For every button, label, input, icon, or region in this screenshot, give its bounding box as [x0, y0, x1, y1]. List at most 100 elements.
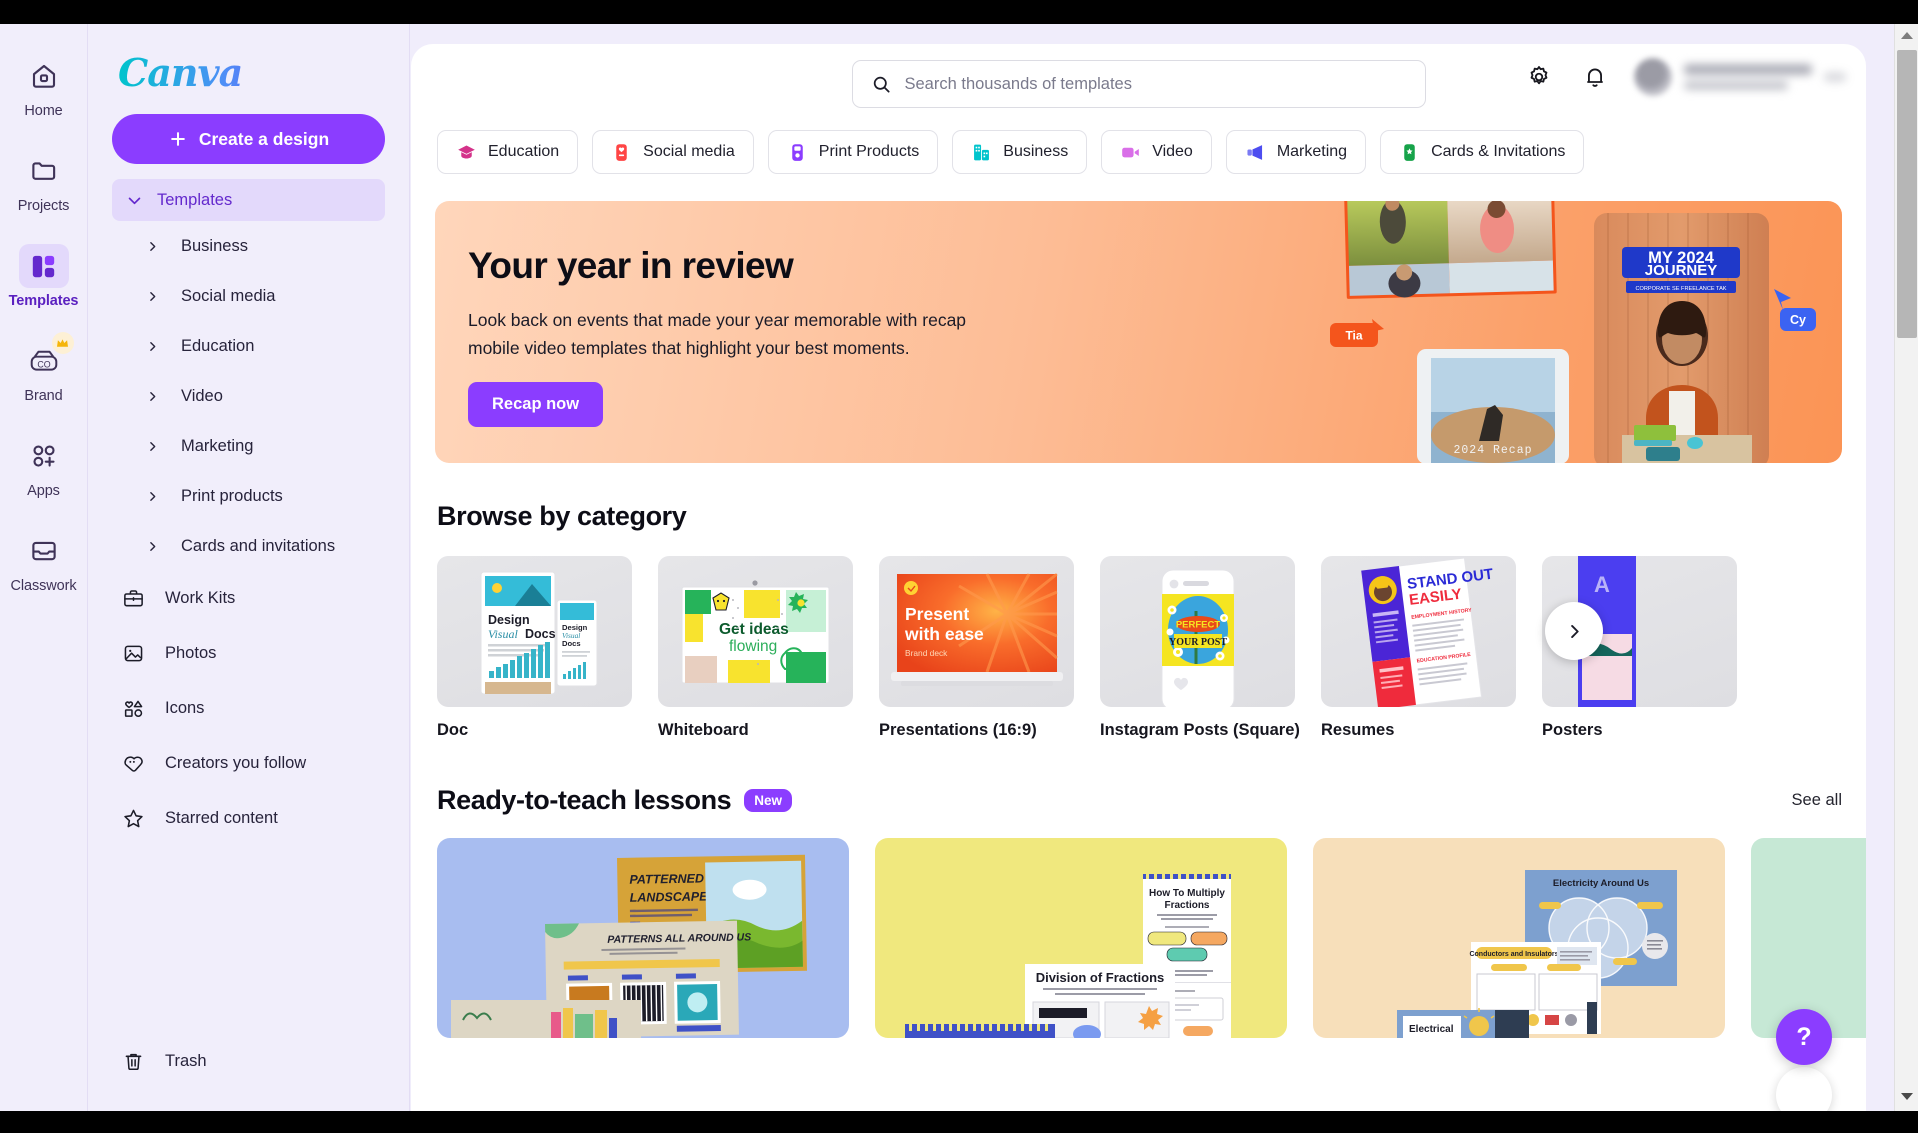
- lesson-card-extra[interactable]: [1751, 838, 1866, 1038]
- lesson-t3: Electrical: [1409, 1024, 1454, 1035]
- chevron-right-icon: [150, 541, 156, 551]
- lesson-t1: Electricity Around Us: [1553, 878, 1649, 889]
- sidebar-item-work-kits[interactable]: Work Kits: [112, 571, 385, 626]
- category-card-resumes[interactable]: STAND OUT EASILY EMPLOYMENT HISTORY EDUC…: [1321, 556, 1516, 740]
- chevron-right-icon: [150, 241, 156, 251]
- carousel-next-button[interactable]: [1545, 602, 1603, 660]
- chevron-right-icon: [150, 341, 156, 351]
- lesson-card-fractions[interactable]: How To Multiply Fractions Division of Fr…: [875, 838, 1287, 1038]
- sidebar-subitem-cards-and-invitations[interactable]: Cards and invitations: [112, 521, 385, 571]
- rail-item-classwork[interactable]: Classwork: [8, 529, 80, 594]
- rail-item-apps[interactable]: Apps: [8, 434, 80, 499]
- hero-banner[interactable]: Your year in review Look back on events …: [435, 201, 1842, 463]
- pill-print-products[interactable]: Print Products: [767, 130, 939, 174]
- sidebar-item-icons[interactable]: Icons: [112, 681, 385, 736]
- sidebar-item-starred-content[interactable]: Starred content: [112, 791, 385, 846]
- svg-text:flowing: flowing: [729, 638, 777, 655]
- search-input[interactable]: [904, 74, 1407, 94]
- see-all-link[interactable]: See all: [1792, 791, 1842, 810]
- browse-by-category-title: Browse by category: [437, 501, 687, 531]
- pill-label: Social media: [643, 143, 735, 160]
- pill-education[interactable]: Education: [437, 130, 579, 174]
- category-label: Instagram Posts (Square): [1100, 721, 1300, 739]
- search-icon: [873, 76, 890, 93]
- templates-section-label: Templates: [157, 190, 233, 209]
- category-card-doc[interactable]: Design Visual Docs Design Visual Docs Do…: [437, 556, 632, 740]
- scroll-up-button[interactable]: [1895, 24, 1918, 46]
- sidebar-subitem-label: Video: [181, 386, 223, 405]
- rail-label-apps: Apps: [27, 483, 60, 499]
- pill-label: Video: [1152, 143, 1193, 160]
- rail-label-brand: Brand: [24, 388, 63, 404]
- social-heart-icon: [611, 142, 632, 163]
- pill-marketing[interactable]: Marketing: [1225, 130, 1367, 174]
- pill-business[interactable]: Business: [952, 130, 1088, 174]
- lesson-card-patterns[interactable]: PATTERNED LANDSCAPE PATTERNS ALL AROUND …: [437, 838, 849, 1038]
- sidebar-subitem-video[interactable]: Video: [112, 371, 385, 421]
- new-badge: New: [744, 789, 793, 812]
- help-button[interactable]: ?: [1776, 1009, 1832, 1065]
- rail-label-home: Home: [24, 103, 63, 119]
- sidebar-subitem-label: Marketing: [181, 436, 254, 455]
- pill-cards-and-invitations[interactable]: Cards & Invitations: [1380, 130, 1585, 174]
- sidebar-subitem-social-media[interactable]: Social media: [112, 271, 385, 321]
- canva-logo[interactable]: Canva: [118, 54, 385, 92]
- sidebar-subitem-print-products[interactable]: Print products: [112, 471, 385, 521]
- sidebar-subitem-business[interactable]: Business: [112, 221, 385, 271]
- create-a-design-button[interactable]: Create a design: [112, 114, 385, 164]
- recap-now-button[interactable]: Recap now: [468, 382, 604, 427]
- rail-item-projects[interactable]: Projects: [8, 149, 80, 214]
- category-label: Doc: [437, 721, 469, 739]
- page-scrollbar[interactable]: [1894, 24, 1918, 1111]
- lesson-t3: PATTERNS ALL AROUND US: [607, 931, 751, 946]
- sidebar-item-photos[interactable]: Photos: [112, 626, 385, 681]
- category-card-presentations[interactable]: Present with ease Brand deck Presentatio…: [879, 556, 1074, 740]
- rail-label-classwork: Classwork: [10, 578, 77, 594]
- photo-icon: [124, 645, 143, 662]
- chevron-right-icon: [150, 391, 156, 401]
- user-profile-menu[interactable]: [1634, 58, 1846, 96]
- category-pill-bar: Education Social media Print Products Bu…: [411, 122, 1866, 174]
- svg-text:Brand deck: Brand deck: [905, 648, 948, 658]
- rail-item-brand[interactable]: CO Brand: [8, 332, 80, 404]
- pill-social-media[interactable]: Social media: [592, 130, 754, 174]
- category-label: Presentations (16:9): [879, 721, 1037, 739]
- poster-sub: CORPORATE SE FREELANCE TAK: [1635, 286, 1726, 292]
- category-card-instagram-posts[interactable]: PERFECT YOUR POST Instagram Posts (Squar…: [1100, 556, 1300, 740]
- lesson-t2: LANDSCAPE: [630, 889, 709, 904]
- create-design-label: Create a design: [198, 128, 330, 149]
- print-mug-icon: [787, 142, 808, 163]
- templates-grid-icon: [18, 244, 69, 288]
- category-label: Posters: [1542, 721, 1603, 739]
- cursor-label-cy: Cy: [1790, 313, 1806, 327]
- sidebar-subitem-education[interactable]: Education: [112, 321, 385, 371]
- sidebar-subitem-label: Cards and invitations: [181, 536, 336, 555]
- sidebar-item-trash[interactable]: Trash: [112, 1037, 385, 1085]
- svg-text:Design: Design: [488, 613, 530, 627]
- bell-icon[interactable]: [1578, 60, 1612, 94]
- sidebar-item-creators-you-follow[interactable]: Creators you follow: [112, 736, 385, 791]
- lesson-card-electricity[interactable]: Electricity Around Us Conductors and Ins…: [1313, 838, 1725, 1038]
- pill-video[interactable]: Video: [1101, 130, 1212, 174]
- lesson-t3: Division of Fractions: [1036, 970, 1165, 985]
- whiteboard-thumb: Get ideas flowing: [658, 556, 853, 707]
- sidebar-subitem-marketing[interactable]: Marketing: [112, 421, 385, 471]
- scrollbar-thumb[interactable]: [1897, 50, 1917, 338]
- primary-nav-rail: Home Projects Templates CO Brand Apps Cl…: [0, 24, 88, 1111]
- sidebar-subitem-label: Business: [181, 236, 248, 255]
- scroll-down-button[interactable]: [1895, 1085, 1918, 1107]
- category-card-whiteboard[interactable]: Get ideas flowing Whiteboard: [658, 556, 853, 740]
- video-caption: 2024 Recap: [1453, 444, 1532, 457]
- lesson-t2: Fractions: [1164, 900, 1209, 911]
- rail-item-templates[interactable]: Templates: [8, 244, 80, 309]
- search-bar[interactable]: [851, 60, 1426, 108]
- gear-icon[interactable]: [1522, 60, 1556, 94]
- pill-label: Education: [488, 143, 560, 160]
- poster-letter: A: [1594, 572, 1610, 597]
- sidebar-section-templates[interactable]: Templates: [112, 179, 385, 221]
- classwork-tray-icon: [19, 529, 69, 573]
- help-secondary-bubble: [1776, 1067, 1832, 1111]
- rail-item-home[interactable]: Home: [8, 54, 80, 119]
- svg-text:with ease: with ease: [904, 624, 984, 644]
- hero-title: Your year in review: [468, 245, 794, 286]
